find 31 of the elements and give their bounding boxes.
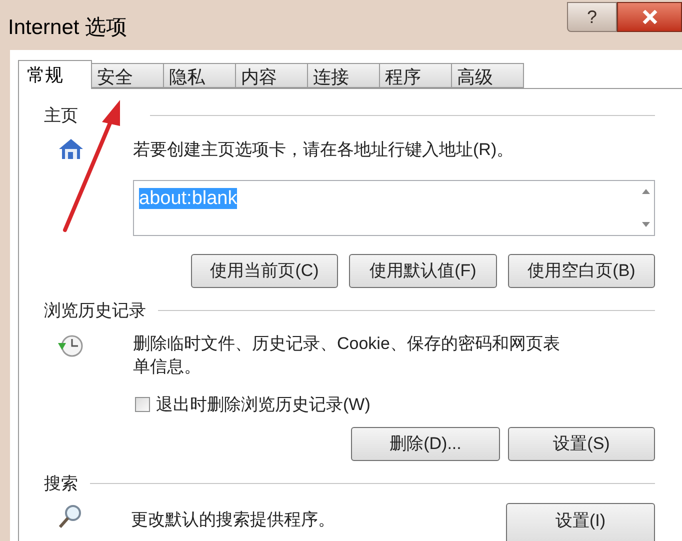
action-button[interactable]: 使用当前页(C): [191, 254, 338, 288]
house-icon: [57, 137, 85, 162]
scroll-down-icon[interactable]: [642, 222, 650, 227]
scroll-up-icon[interactable]: [642, 189, 650, 194]
close-icon: [642, 10, 658, 24]
tab[interactable]: 常规: [18, 60, 92, 89]
section-heading: 主页: [44, 105, 78, 127]
close-button[interactable]: [617, 2, 682, 32]
address-value: about:blank: [139, 188, 238, 209]
description-text: 删除临时文件、历史记录、Cookie、保存的密码和网页表单信息。: [133, 332, 561, 378]
action-button[interactable]: 使用默认值(F): [349, 254, 497, 288]
action-button[interactable]: 使用空白页(B): [508, 254, 655, 288]
tab[interactable]: 高级: [452, 63, 524, 88]
tab[interactable]: 连接: [308, 63, 380, 88]
action-button[interactable]: 设置(S): [508, 427, 655, 461]
tab[interactable]: 隐私: [164, 63, 236, 88]
help-button[interactable]: ?: [567, 2, 617, 32]
checkbox[interactable]: [135, 396, 150, 412]
tab[interactable]: 程序: [380, 63, 452, 88]
section-heading: 浏览历史记录: [44, 300, 146, 322]
action-button[interactable]: 设置(I): [506, 502, 655, 541]
window-title: Internet 选项: [7, 15, 128, 41]
description-text: 更改默认的搜索提供程序。: [131, 508, 336, 530]
section-heading: 搜索: [44, 473, 78, 495]
magnifier-icon: [57, 502, 83, 528]
instruction-text: 若要创建主页选项卡，请在各地址行键入地址(R)。: [133, 138, 514, 160]
clock-icon: [57, 334, 85, 358]
tab[interactable]: 安全: [92, 63, 164, 88]
action-button[interactable]: 删除(D)...: [351, 427, 500, 461]
checkbox-label: 退出时删除浏览历史记录(W): [156, 394, 370, 416]
tab[interactable]: 内容: [236, 63, 308, 88]
